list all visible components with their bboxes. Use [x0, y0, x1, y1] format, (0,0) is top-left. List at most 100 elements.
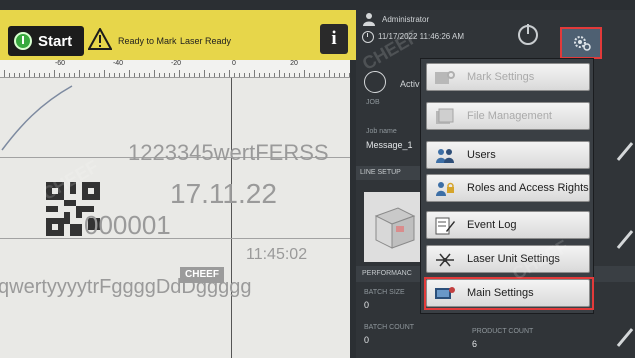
ruler-tick: [109, 73, 110, 77]
power-button[interactable]: [518, 24, 538, 45]
ruler-tick: [4, 70, 5, 77]
ruler-tick: [139, 73, 140, 77]
edit-icon[interactable]: [616, 328, 634, 347]
ruler-tick: [249, 73, 250, 77]
laser-icon: [364, 71, 386, 93]
ruler-tick: [134, 73, 135, 77]
ruler-tick: [194, 73, 195, 77]
ruler-tick: [274, 73, 275, 77]
ruler-tick: [29, 70, 30, 77]
highlight-box: [424, 277, 594, 310]
menu-item-file-management[interactable]: File Management: [426, 102, 590, 130]
guide-line: [0, 238, 350, 239]
user-name: Administrator: [382, 15, 430, 24]
edit-icon[interactable]: [616, 230, 634, 249]
ruler-tick: [214, 73, 215, 77]
ruler-tick: [339, 73, 340, 77]
power-icon: [14, 32, 32, 50]
ruler-tick: [39, 73, 40, 77]
roles-icon: [436, 182, 454, 196]
bottom-text: qwertyyyytrFggggDdDggggg: [0, 276, 252, 298]
menu-item-roles-and-access-rights[interactable]: Roles and Access Rights: [426, 174, 590, 202]
ruler-tick: [59, 73, 60, 77]
ruler-tick: [164, 73, 165, 77]
ruler-tick: [144, 73, 145, 77]
top-toolbar: Start Ready to Mark Laser Ready i: [0, 10, 356, 60]
ruler-tick: [314, 73, 315, 77]
ruler-tick: [284, 73, 285, 77]
ruler-tick: [94, 73, 95, 77]
product-count-label: PRODUCT COUNT: [472, 328, 534, 335]
info-button[interactable]: i: [320, 24, 348, 54]
ruler-tick: [289, 73, 290, 77]
label-preview[interactable]: -60 -40 -20 0 20 1223345wertFERSS 17.11.…: [0, 60, 350, 358]
ruler-tick: [19, 73, 20, 77]
ruler-tick: [84, 73, 85, 77]
ruler-tick: [189, 73, 190, 77]
ruler-tick: [204, 70, 205, 77]
warning-icon: [88, 28, 112, 50]
ruler-tick: [174, 73, 175, 77]
horizontal-ruler: -60 -40 -20 0 20: [0, 60, 350, 78]
ruler-tick: [244, 73, 245, 77]
ruler-tick: [234, 73, 235, 77]
settings-menu-button[interactable]: [560, 27, 602, 59]
counter-text: 000001: [84, 210, 171, 240]
menu-item-label: Users: [467, 149, 496, 161]
mark-settings-icon: [435, 71, 455, 84]
ruler-tick: [114, 73, 115, 77]
event-log-icon: [435, 217, 455, 235]
ruler-tick: [279, 70, 280, 77]
ruler-tick: [184, 73, 185, 77]
ruler-tick: [209, 73, 210, 77]
users-icon: [436, 149, 454, 163]
ruler-tick: [119, 73, 120, 77]
batch-count-label: BATCH COUNT: [364, 324, 415, 331]
menu-item-users[interactable]: Users: [426, 141, 590, 169]
ruler-tick: [344, 73, 345, 77]
ruler-tick: [154, 70, 155, 77]
date-text: 17.11.22: [170, 178, 277, 209]
line-setup-label: LINE SETUP: [360, 169, 401, 176]
edit-icon[interactable]: [616, 142, 634, 161]
menu-item-label: Event Log: [467, 219, 517, 231]
ruler-tick: [319, 73, 320, 77]
ruler-tick: [299, 73, 300, 77]
ruler-tick: [219, 73, 220, 77]
menu-item-mark-settings[interactable]: Mark Settings: [426, 63, 590, 91]
ruler-tick: [269, 73, 270, 77]
ruler-tick: [69, 73, 70, 77]
ruler-tick: [124, 73, 125, 77]
menu-item-label: File Management: [467, 110, 552, 122]
job-name-label: Job name: [366, 128, 397, 135]
ruler-tick: [229, 70, 230, 77]
file-management-icon: [436, 108, 454, 124]
menu-item-label: Mark Settings: [467, 71, 535, 83]
ruler-tick: [79, 70, 80, 77]
ruler-tick: [254, 70, 255, 77]
menu-item-label: Roles and Access Rights: [467, 182, 589, 194]
ruler-tick: [329, 70, 330, 77]
ruler-tick: [99, 73, 100, 77]
ruler-label: -60: [54, 60, 66, 67]
ruler-tick: [34, 73, 35, 77]
ruler-tick: [44, 73, 45, 77]
clock-icon: [362, 31, 374, 43]
menu-item-event-log[interactable]: Event Log: [426, 211, 590, 239]
ruler-tick: [14, 73, 15, 77]
ruler-tick: [104, 70, 105, 77]
ruler-tick: [54, 70, 55, 77]
time-text: 11:45:02: [246, 246, 308, 263]
laser-ready-status: Laser Ready: [180, 36, 232, 46]
ruler-tick: [324, 73, 325, 77]
ruler-tick: [49, 73, 50, 77]
start-button[interactable]: Start: [8, 26, 84, 56]
line-setup-header: LINE SETUP: [356, 166, 428, 180]
ruler-tick: [159, 73, 160, 77]
ruler-tick: [64, 73, 65, 77]
ruler-tick: [309, 73, 310, 77]
batch-size-value: 0: [364, 300, 370, 310]
batch-size-label: BATCH SIZE: [364, 289, 405, 296]
job-name-value: Message_1: [366, 140, 413, 150]
ruler-tick: [239, 73, 240, 77]
